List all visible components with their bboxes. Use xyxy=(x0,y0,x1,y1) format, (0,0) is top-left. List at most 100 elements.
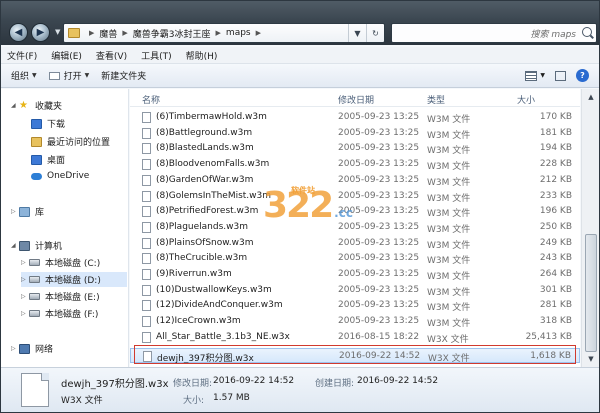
nav-downloads[interactable]: 下载 xyxy=(31,117,65,130)
breadcrumb-item[interactable]: 魔兽 xyxy=(99,27,117,40)
menu-view[interactable]: 查看(V) xyxy=(96,49,127,62)
details-created-label: 创建日期: xyxy=(315,379,355,389)
file-size: 281 KB xyxy=(539,300,572,311)
expand-icon[interactable]: ▷ xyxy=(21,310,29,317)
nav-drive-d[interactable]: ▷ 本地磁盘 (D:) xyxy=(21,272,127,287)
file-name: (8)Battleground.w3m xyxy=(156,127,253,138)
search-icon[interactable] xyxy=(582,27,592,37)
view-options-icon[interactable] xyxy=(525,70,538,81)
nav-network[interactable]: ▷ 网络 xyxy=(11,342,53,355)
breadcrumb-item[interactable]: 魔兽争霸3冰封王座 xyxy=(133,27,211,40)
file-date: 2016-08-15 18:22 xyxy=(338,331,420,342)
star-icon: ★ xyxy=(19,99,28,111)
preview-pane-icon[interactable] xyxy=(555,70,566,81)
file-row[interactable]: All_Star_Battle_3.1b3_NE.w3x 2016-08-15 1… xyxy=(130,330,580,345)
nav-drive-f[interactable]: ▷ 本地磁盘 (F:) xyxy=(21,307,98,320)
file-row[interactable]: (8)GolemsInTheMist.w3m 2005-09-23 13:25 W3… xyxy=(130,189,580,204)
details-pane: dewjh_397积分图.w3x W3X 文件 修改日期: 2016-09-22… xyxy=(1,367,599,412)
file-type: W3M 文件 xyxy=(427,224,471,235)
menu-tools[interactable]: 工具(T) xyxy=(141,49,172,62)
file-row[interactable]: (9)Riverrun.w3m 2005-09-23 13:25 W3M 文件 264… xyxy=(130,267,580,282)
file-size: 318 KB xyxy=(539,316,572,327)
file-row[interactable]: dewjh_397积分图.w3x 2016-09-22 14:52 W3X 文件 1,… xyxy=(130,348,580,364)
file-row[interactable]: (6)TimbermawHold.w3m 2005-09-23 13:25 W3M … xyxy=(130,110,580,125)
file-name: (9)Riverrun.w3m xyxy=(156,269,232,279)
file-name: (8)GolemsInTheMist.w3m xyxy=(156,190,272,201)
nav-onedrive[interactable]: OneDrive xyxy=(31,171,89,181)
details-size-value: 1.57 MB xyxy=(213,393,250,403)
help-icon[interactable]: ? xyxy=(576,69,589,82)
file-date: 2005-09-23 13:25 xyxy=(338,127,420,138)
column-name[interactable]: 名称 xyxy=(142,93,160,106)
expand-icon[interactable]: ▷ xyxy=(11,208,19,215)
file-name: (8)BlastedLands.w3m xyxy=(156,143,254,154)
nav-libraries[interactable]: ▷ 库 xyxy=(11,205,44,218)
open-button[interactable]: 打开 ▼ xyxy=(48,69,89,82)
file-row[interactable]: (8)GardenOfWar.w3m 2005-09-23 13:25 W3M 文件… xyxy=(130,173,580,188)
file-name: (12)IceCrown.w3m xyxy=(156,316,241,327)
nav-recent[interactable]: 最近访问的位置 xyxy=(31,135,110,148)
file-name: (6)TimbermawHold.w3m xyxy=(156,112,267,122)
nav-drive-c[interactable]: ▷ 本地磁盘 (C:) xyxy=(21,256,100,269)
address-dropdown-icon[interactable]: ▼ xyxy=(348,24,366,42)
nav-favorites[interactable]: ◢ ★ 收藏夹 xyxy=(11,99,62,112)
file-icon xyxy=(142,331,151,343)
file-row[interactable]: (12)DivideAndConquer.w3m 2005-09-23 13:25… xyxy=(130,298,580,313)
menu-edit[interactable]: 编辑(E) xyxy=(51,49,82,62)
history-dropdown-icon[interactable]: ▼ xyxy=(55,28,63,36)
file-icon xyxy=(142,269,151,280)
expand-icon[interactable]: ◢ xyxy=(11,102,19,109)
file-row[interactable]: (10)DustwallowKeys.w3m 2005-09-23 13:25 W3… xyxy=(130,283,580,298)
new-folder-button[interactable]: 新建文件夹 xyxy=(101,69,146,82)
file-type: W3M 文件 xyxy=(427,287,471,298)
file-type: W3M 文件 xyxy=(427,209,471,220)
nav-drive-e[interactable]: ▷ 本地磁盘 (E:) xyxy=(21,290,100,303)
column-headers: 名称 修改日期 类型 大小 xyxy=(130,89,580,107)
scroll-up-icon[interactable]: ▲ xyxy=(585,92,597,102)
expand-icon[interactable]: ▷ xyxy=(11,345,19,352)
expand-icon[interactable]: ▷ xyxy=(21,276,29,283)
expand-icon[interactable]: ▷ xyxy=(21,259,29,266)
forward-button[interactable]: ▶ xyxy=(31,23,50,42)
organize-button[interactable]: 组织 ▼ xyxy=(11,69,37,82)
expand-icon[interactable]: ▷ xyxy=(21,293,29,300)
address-bar[interactable]: ▶ 魔兽 ▶ 魔兽争霸3冰封王座 ▶ maps ▶ ▼ ↻ xyxy=(63,23,385,43)
back-button[interactable]: ◀ xyxy=(9,23,28,42)
search-input[interactable]: 搜索 maps xyxy=(391,23,597,43)
file-size: 25,413 KB xyxy=(525,331,572,342)
file-row[interactable]: (8)Plaguelands.w3m 2005-09-23 13:25 W3M 文件… xyxy=(130,220,580,235)
file-name: (10)DustwallowKeys.w3m xyxy=(156,284,272,295)
file-row[interactable]: (8)PlainsOfSnow.w3m 2005-09-23 13:25 W3M 文… xyxy=(130,236,580,251)
vertical-scrollbar[interactable]: ▲ ▼ xyxy=(581,89,599,367)
file-row[interactable]: (12)IceCrown.w3m 2005-09-23 13:25 W3M 文件 31… xyxy=(130,314,580,329)
file-row[interactable]: (8)BloodvenomFalls.w3m 2005-09-23 13:25 W3… xyxy=(130,157,580,172)
details-filename: dewjh_397积分图.w3x xyxy=(61,379,169,390)
nav-desktop[interactable]: 桌面 xyxy=(31,153,65,166)
file-row[interactable]: (8)BlastedLands.w3m 2005-09-23 13:25 W3M 文… xyxy=(130,141,580,156)
column-modified[interactable]: 修改日期 xyxy=(338,93,374,106)
drive-icon xyxy=(29,259,40,266)
file-icon xyxy=(142,127,151,139)
file-row[interactable]: (8)PetrifiedForest.w3m 2005-09-23 13:25 W3… xyxy=(130,204,580,219)
file-row[interactable]: (8)Battleground.w3m 2005-09-23 13:25 W3M 文… xyxy=(130,126,580,141)
menu-help[interactable]: 帮助(H) xyxy=(186,49,218,62)
scroll-thumb[interactable] xyxy=(585,234,597,352)
file-date: 2005-09-23 13:25 xyxy=(338,112,420,122)
column-size[interactable]: 大小 xyxy=(517,93,535,106)
navigation-pane: ◢ ★ 收藏夹 下载 最近访问的位置 桌面 OneDrive ▷ 库 ◢ 计算机… xyxy=(1,89,129,367)
nav-computer[interactable]: ◢ 计算机 xyxy=(11,239,62,252)
menu-file[interactable]: 文件(F) xyxy=(7,49,37,62)
file-size: 194 KB xyxy=(539,143,572,154)
column-type[interactable]: 类型 xyxy=(427,93,445,106)
expand-icon[interactable]: ◢ xyxy=(11,242,19,249)
file-date: 2005-09-23 13:25 xyxy=(338,284,420,295)
breadcrumb-item[interactable]: maps xyxy=(226,28,251,38)
file-size: 170 KB xyxy=(539,112,572,122)
file-type: W3M 文件 xyxy=(427,115,471,125)
file-row[interactable]: (8)TheCrucible.w3m 2005-09-23 13:25 W3M 文件… xyxy=(130,251,580,266)
file-icon xyxy=(142,159,151,171)
refresh-icon[interactable]: ↻ xyxy=(366,24,384,42)
file-size: 196 KB xyxy=(539,206,572,217)
chevron-down-icon[interactable]: ▼ xyxy=(540,72,545,79)
scroll-down-icon[interactable]: ▼ xyxy=(585,354,597,364)
